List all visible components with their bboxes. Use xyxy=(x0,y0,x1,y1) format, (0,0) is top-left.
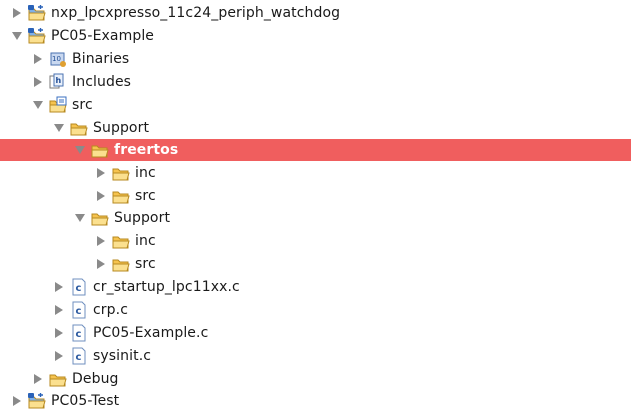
folder-icon xyxy=(111,187,131,205)
tree-item-label: Debug xyxy=(72,371,119,387)
tree-item-label: Support xyxy=(93,120,150,136)
tree-item-label: inc xyxy=(135,233,156,249)
tree-item-label: Binaries xyxy=(72,51,130,67)
tree-item-label: PC05-Test xyxy=(51,393,120,409)
tree-item-label: nxp_lpcxpresso_11c24_periph_watchdog xyxy=(51,5,341,21)
folder-icon xyxy=(111,164,131,182)
tree-item-label: sysinit.c xyxy=(93,348,152,364)
tree-item-label: inc xyxy=(135,165,156,181)
collapsed-arrow-icon[interactable] xyxy=(96,236,106,246)
collapsed-arrow-icon[interactable] xyxy=(54,282,64,292)
tree-item-debug[interactable]: Debug xyxy=(0,368,631,390)
svg-text:c: c xyxy=(76,306,82,317)
folder-icon xyxy=(69,119,89,137)
collapsed-arrow-icon[interactable] xyxy=(96,191,106,201)
tree-item-cr-startup-lpc11xx-c[interactable]: c cr_startup_lpc11xx.c xyxy=(0,276,631,298)
project-folder-icon xyxy=(27,27,47,45)
folder-icon xyxy=(111,232,131,250)
collapsed-arrow-icon[interactable] xyxy=(96,168,106,178)
c-file-icon: c xyxy=(69,347,89,365)
tree-item-inc[interactable]: inc xyxy=(0,230,631,252)
tree-item-label: freertos xyxy=(114,142,179,158)
svg-text:h: h xyxy=(56,76,62,85)
folder-icon xyxy=(111,255,131,273)
collapsed-arrow-icon[interactable] xyxy=(33,54,43,64)
expanded-arrow-icon[interactable] xyxy=(33,100,43,110)
tree-item-label: Support xyxy=(114,210,171,226)
includes-icon: h xyxy=(48,73,68,91)
binaries-icon: 10 xyxy=(48,50,68,68)
tree-item-label: Includes xyxy=(72,74,132,90)
tree-item-label: crp.c xyxy=(93,302,128,318)
svg-text:c: c xyxy=(76,352,82,363)
tree-item-includes[interactable]: h Includes xyxy=(0,71,631,93)
folder-icon xyxy=(48,370,68,388)
project-folder-icon xyxy=(27,4,47,22)
collapsed-arrow-icon[interactable] xyxy=(54,351,64,361)
tree-item-src[interactable]: src xyxy=(0,94,631,116)
expanded-arrow-icon[interactable] xyxy=(75,213,85,223)
collapsed-arrow-icon[interactable] xyxy=(12,396,22,406)
c-file-icon: c xyxy=(69,324,89,342)
expanded-arrow-icon[interactable] xyxy=(12,31,22,41)
expanded-arrow-icon[interactable] xyxy=(54,123,64,133)
tree-item-pc05-example[interactable]: PC05-Example xyxy=(0,25,631,47)
tree-item-pc05-test[interactable]: PC05-Test xyxy=(0,390,631,409)
tree-item-binaries[interactable]: 10 Binaries xyxy=(0,48,631,70)
tree-item-label: src xyxy=(72,97,93,113)
tree-item-label: cr_startup_lpc11xx.c xyxy=(93,279,240,295)
tree-item-sysinit-c[interactable]: c sysinit.c xyxy=(0,345,631,367)
collapsed-arrow-icon[interactable] xyxy=(33,374,43,384)
svg-text:c: c xyxy=(76,329,82,340)
tree-item-src[interactable]: src xyxy=(0,185,631,207)
tree-item-support[interactable]: Support xyxy=(0,207,631,229)
expanded-arrow-icon[interactable] xyxy=(75,145,85,155)
tree-item-crp-c[interactable]: c crp.c xyxy=(0,299,631,321)
svg-text:c: c xyxy=(76,283,82,294)
tree-item-label: src xyxy=(135,256,156,272)
collapsed-arrow-icon[interactable] xyxy=(96,259,106,269)
tree-item-freertos[interactable]: freertos xyxy=(0,139,631,161)
c-file-icon: c xyxy=(69,301,89,319)
collapsed-arrow-icon[interactable] xyxy=(54,328,64,338)
collapsed-arrow-icon[interactable] xyxy=(12,8,22,18)
project-explorer-tree: nxp_lpcxpresso_11c24_periph_watchdog PC05… xyxy=(0,0,631,409)
tree-item-support[interactable]: Support xyxy=(0,117,631,139)
project-folder-icon xyxy=(27,392,47,409)
tree-item-label: PC05-Example xyxy=(51,28,155,44)
tree-item-pc05-example-c[interactable]: c PC05-Example.c xyxy=(0,322,631,344)
tree-item-src[interactable]: src xyxy=(0,253,631,275)
svg-text:10: 10 xyxy=(52,55,61,63)
collapsed-arrow-icon[interactable] xyxy=(54,305,64,315)
collapsed-arrow-icon[interactable] xyxy=(33,77,43,87)
folder-icon xyxy=(90,141,110,159)
c-file-icon: c xyxy=(69,278,89,296)
source-folder-icon xyxy=(48,96,68,114)
tree-item-nxp-lpcxpresso-11c24-periph-watchdog[interactable]: nxp_lpcxpresso_11c24_periph_watchdog xyxy=(0,2,631,24)
tree-item-label: PC05-Example.c xyxy=(93,325,209,341)
folder-icon xyxy=(90,209,110,227)
tree-item-label: src xyxy=(135,188,156,204)
tree-item-inc[interactable]: inc xyxy=(0,162,631,184)
